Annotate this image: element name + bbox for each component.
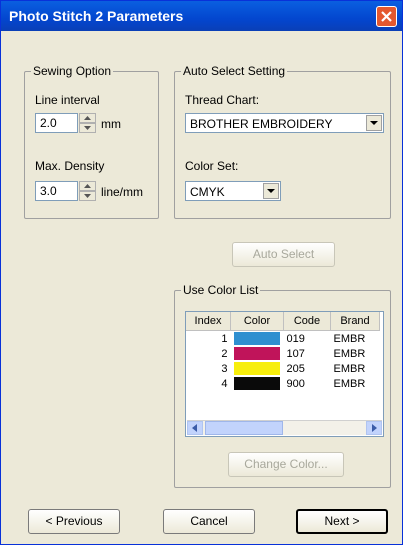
cancel-button[interactable]: Cancel — [163, 509, 255, 534]
max-density-label: Max. Density — [35, 159, 105, 173]
table-row[interactable]: 3 205 EMBR — [186, 361, 380, 376]
row-code: 019 — [286, 332, 305, 345]
color-swatch — [233, 362, 280, 375]
scroll-right-button[interactable] — [366, 421, 382, 435]
table-row[interactable]: 2 107 EMBR — [186, 346, 380, 361]
change-color-button[interactable]: Change Color... — [228, 452, 344, 477]
max-density-input[interactable] — [35, 181, 78, 201]
row-index: 3 — [221, 362, 228, 375]
column-header-code[interactable]: Code — [283, 312, 331, 331]
color-swatch-cell — [231, 331, 284, 347]
arrow-right-icon — [372, 424, 377, 432]
close-button[interactable] — [376, 6, 397, 27]
close-icon — [381, 11, 392, 22]
line-interval-label: Line interval — [35, 93, 100, 107]
row-code: 205 — [286, 362, 305, 375]
auto-select-button[interactable]: Auto Select — [232, 242, 335, 267]
sewing-option-legend: Sewing Option — [33, 64, 112, 78]
color-set-select[interactable]: CMYK — [185, 181, 281, 201]
horizontal-scrollbar[interactable] — [187, 420, 382, 435]
previous-button[interactable]: < Previous — [28, 509, 120, 534]
thread-chart-value: BROTHER EMBROIDERY — [190, 117, 333, 131]
table-row[interactable]: 1 019 EMBR — [186, 331, 380, 347]
arrow-up-icon — [84, 116, 91, 120]
row-brand: EMBR — [333, 362, 366, 375]
spin-down-button[interactable] — [79, 191, 96, 201]
scroll-left-button[interactable] — [187, 421, 203, 435]
row-brand: EMBR — [333, 347, 366, 360]
spin-down-button[interactable] — [79, 123, 96, 133]
column-header-brand[interactable]: Brand — [330, 312, 380, 331]
color-swatch-cell — [231, 346, 284, 361]
spin-up-button[interactable] — [79, 113, 96, 123]
column-header-color[interactable]: Color — [230, 312, 284, 331]
scroll-thumb[interactable] — [205, 421, 283, 435]
thread-chart-label: Thread Chart: — [185, 93, 260, 107]
color-swatch-cell — [231, 376, 284, 391]
color-set-value: CMYK — [190, 185, 225, 199]
window-title: Photo Stitch 2 Parameters — [9, 8, 184, 24]
color-swatch — [233, 332, 280, 345]
line-interval-spinner[interactable] — [79, 113, 96, 133]
color-set-dropdown-button[interactable] — [263, 183, 279, 199]
color-list-view[interactable]: Index Color Code Brand 1 019 EMBR 2 107 — [185, 311, 384, 437]
row-index: 4 — [221, 377, 228, 390]
table-row[interactable]: 4 900 EMBR — [186, 376, 380, 391]
next-button[interactable]: Next > — [296, 509, 388, 534]
color-set-label: Color Set: — [185, 159, 239, 173]
line-interval-input[interactable] — [35, 113, 78, 133]
auto-select-legend: Auto Select Setting — [183, 64, 286, 78]
max-density-spinner[interactable] — [79, 181, 96, 201]
arrow-down-icon — [84, 194, 91, 198]
thread-chart-select[interactable]: BROTHER EMBROIDERY — [185, 113, 384, 133]
color-swatch — [233, 377, 280, 390]
dialog-window: Photo Stitch 2 Parameters Sewing Option … — [0, 0, 403, 545]
max-density-unit: line/mm — [101, 185, 144, 199]
spin-up-button[interactable] — [79, 181, 96, 191]
title-bar[interactable]: Photo Stitch 2 Parameters — [1, 1, 402, 31]
arrow-left-icon — [192, 424, 197, 432]
color-swatch-cell — [231, 361, 284, 376]
row-code: 107 — [286, 347, 305, 360]
use-color-list-legend: Use Color List — [183, 283, 259, 297]
arrow-down-icon — [84, 126, 91, 130]
color-table: Index Color Code Brand 1 019 EMBR 2 107 — [186, 312, 380, 391]
chevron-down-icon — [267, 189, 275, 193]
arrow-up-icon — [84, 184, 91, 188]
color-swatch — [233, 347, 280, 360]
thread-chart-dropdown-button[interactable] — [366, 115, 382, 131]
line-interval-unit: mm — [101, 117, 121, 131]
table-header-row: Index Color Code Brand — [186, 312, 380, 331]
row-brand: EMBR — [333, 377, 366, 390]
chevron-down-icon — [370, 121, 378, 125]
row-index: 1 — [221, 332, 228, 345]
row-code: 900 — [286, 377, 305, 390]
column-header-index[interactable]: Index — [186, 312, 231, 331]
row-index: 2 — [221, 347, 228, 360]
row-brand: EMBR — [333, 332, 366, 345]
